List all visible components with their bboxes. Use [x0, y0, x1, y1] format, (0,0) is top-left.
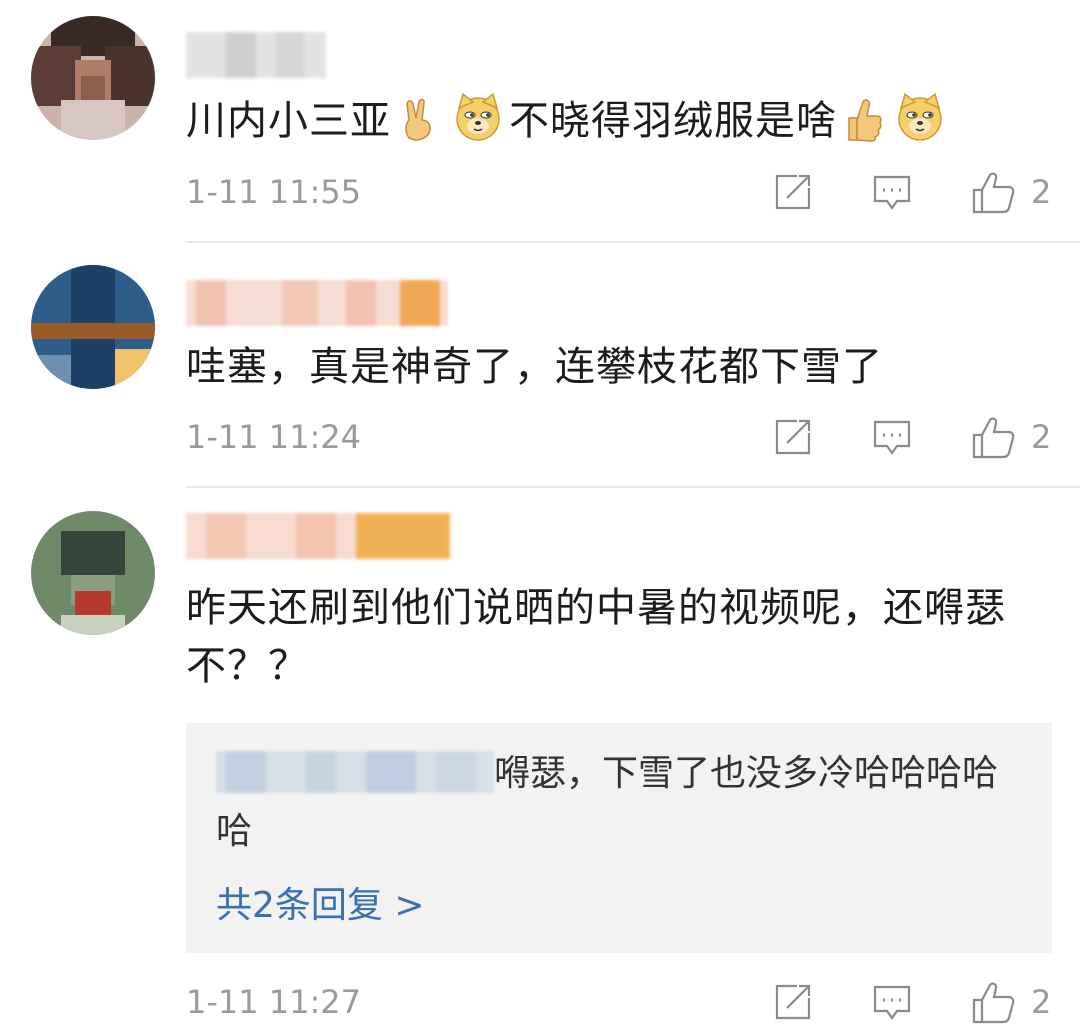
comment-icon[interactable]	[872, 172, 912, 212]
like-count: 2	[1031, 418, 1052, 456]
doge-emoji	[453, 92, 503, 158]
reply-text: 嘚瑟，下雪了也没多冷哈哈哈哈哈	[216, 753, 999, 852]
comment-text-part-1: 川内小三亚	[186, 98, 391, 144]
avatar[interactable]	[31, 16, 155, 140]
comment-time: 1-11 11:27	[186, 983, 362, 1021]
comment-meta: 1-11 11:55 2	[0, 170, 1080, 214]
avatar[interactable]	[31, 265, 155, 389]
username-obscured[interactable]	[186, 280, 448, 326]
like-icon[interactable]	[971, 417, 1015, 459]
thumbs-up-emoji	[843, 98, 883, 158]
like-icon[interactable]	[971, 172, 1015, 214]
comment-text: 昨天还刷到他们说晒的中暑的视频呢，还嘚瑟不？？	[186, 585, 1006, 689]
avatar[interactable]	[31, 511, 155, 635]
divider	[186, 486, 1080, 488]
view-replies-link[interactable]: 共2条回复 >	[216, 881, 425, 931]
doge-emoji	[895, 92, 945, 158]
comment-text: 川内小三亚 不晓得羽绒服是啥	[186, 92, 1046, 158]
share-icon[interactable]	[773, 982, 813, 1022]
reply-preview[interactable]: 嘚瑟，下雪了也没多冷哈哈哈哈哈 共2条回复 >	[186, 723, 1052, 953]
username-obscured[interactable]	[186, 32, 326, 78]
comment-text: 哇塞，真是神奇了，连攀枝花都下雪了	[186, 344, 883, 390]
comment-meta: 1-11 11:24 2	[0, 415, 1080, 459]
username-obscured[interactable]	[186, 513, 450, 559]
share-icon[interactable]	[773, 417, 813, 457]
like-icon[interactable]	[971, 982, 1015, 1024]
comment-icon[interactable]	[872, 417, 912, 457]
comment-text-part-2: 不晓得羽绒服是啥	[509, 98, 837, 144]
victory-hand-emoji	[397, 98, 441, 158]
comment-icon[interactable]	[872, 982, 912, 1022]
like-count: 2	[1031, 983, 1052, 1021]
comment-time: 1-11 11:55	[186, 173, 362, 211]
share-icon[interactable]	[773, 172, 813, 212]
like-count: 2	[1031, 173, 1052, 211]
comment-meta: 1-11 11:27 2	[0, 980, 1080, 1024]
comment-time: 1-11 11:24	[186, 418, 362, 456]
divider	[186, 241, 1080, 243]
